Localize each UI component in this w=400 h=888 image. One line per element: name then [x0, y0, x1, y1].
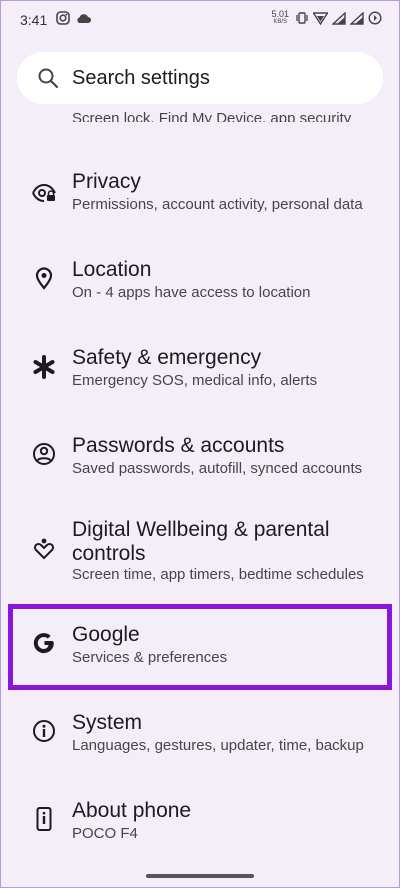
battery-icon — [368, 11, 382, 25]
settings-item-subtitle: Screen time, app timers, bedtime schedul… — [72, 566, 364, 583]
network-speed-value: 5.01 — [271, 9, 289, 19]
settings-item-title: Google — [72, 623, 140, 646]
asterisk-icon — [33, 355, 55, 379]
cloud-icon — [77, 14, 91, 23]
account-circle-icon — [33, 443, 55, 465]
settings-item-subtitle: Permissions, account activity, personal … — [72, 196, 363, 213]
instagram-icon — [56, 11, 70, 25]
gesture-nav-handle[interactable] — [146, 874, 254, 878]
settings-item-title: Location — [72, 258, 152, 281]
status-bar: 3:41 5.01 KB/S — [0, 0, 400, 40]
settings-item-privacy[interactable]: Privacy Permissions, account activity, p… — [0, 166, 400, 226]
settings-item-title: Safety & emergency — [72, 346, 262, 369]
settings-item-digital-wellbeing[interactable]: Digital Wellbeing & parental controls Sc… — [0, 514, 400, 586]
network-speed-unit: KB/S — [273, 19, 288, 25]
settings-item-subtitle: POCO F4 — [72, 825, 138, 842]
status-notification-icons — [56, 11, 92, 25]
settings-item-safety-emergency[interactable]: Safety & emergency Emergency SOS, medica… — [0, 342, 400, 402]
status-time: 3:41 — [20, 12, 48, 28]
settings-item-title-line1: Digital Wellbeing & parental — [72, 518, 330, 541]
google-g-icon — [33, 633, 54, 654]
settings-item-title: System — [72, 711, 143, 734]
settings-item-title: About phone — [72, 799, 192, 822]
settings-item-system[interactable]: System Languages, gestures, updater, tim… — [0, 707, 400, 767]
search-icon — [38, 68, 59, 89]
settings-item-subtitle: Languages, gestures, updater, time, back… — [72, 737, 364, 754]
settings-item-google[interactable]: Google Services & preferences — [0, 619, 400, 679]
wellbeing-icon — [33, 538, 55, 560]
clipped-security-subtitle: Screen lock, Find My Device, app securit… — [72, 110, 352, 122]
settings-item-passwords-accounts[interactable]: Passwords & accounts Saved passwords, au… — [0, 430, 400, 490]
signal-icon-sim2 — [350, 11, 364, 25]
network-speed: 5.01 KB/S — [271, 10, 289, 26]
settings-item-location[interactable]: Location On - 4 apps have access to loca… — [0, 254, 400, 314]
location-pin-icon — [35, 267, 53, 290]
settings-item-title: Passwords & accounts — [72, 434, 285, 457]
settings-item-subtitle: Services & preferences — [72, 649, 228, 666]
settings-item-about-phone[interactable]: About phone POCO F4 — [0, 795, 400, 855]
search-placeholder: Search settings — [72, 67, 210, 89]
privacy-eye-icon — [32, 183, 56, 202]
info-circle-icon — [33, 720, 55, 742]
wifi-icon — [313, 11, 328, 25]
settings-item-subtitle: Emergency SOS, medical info, alerts — [72, 372, 318, 389]
signal-icon-sim1 — [332, 11, 346, 25]
search-bar[interactable]: Search settings — [17, 52, 383, 104]
phone-info-icon — [36, 807, 52, 831]
settings-item-subtitle: On - 4 apps have access to location — [72, 284, 311, 301]
settings-item-subtitle: Saved passwords, autofill, synced accoun… — [72, 460, 363, 477]
settings-item-title: Privacy — [72, 170, 141, 193]
status-system-icons: 5.01 KB/S — [271, 10, 382, 26]
vibrate-icon — [296, 12, 308, 24]
settings-item-title-line2: controls — [72, 542, 146, 565]
